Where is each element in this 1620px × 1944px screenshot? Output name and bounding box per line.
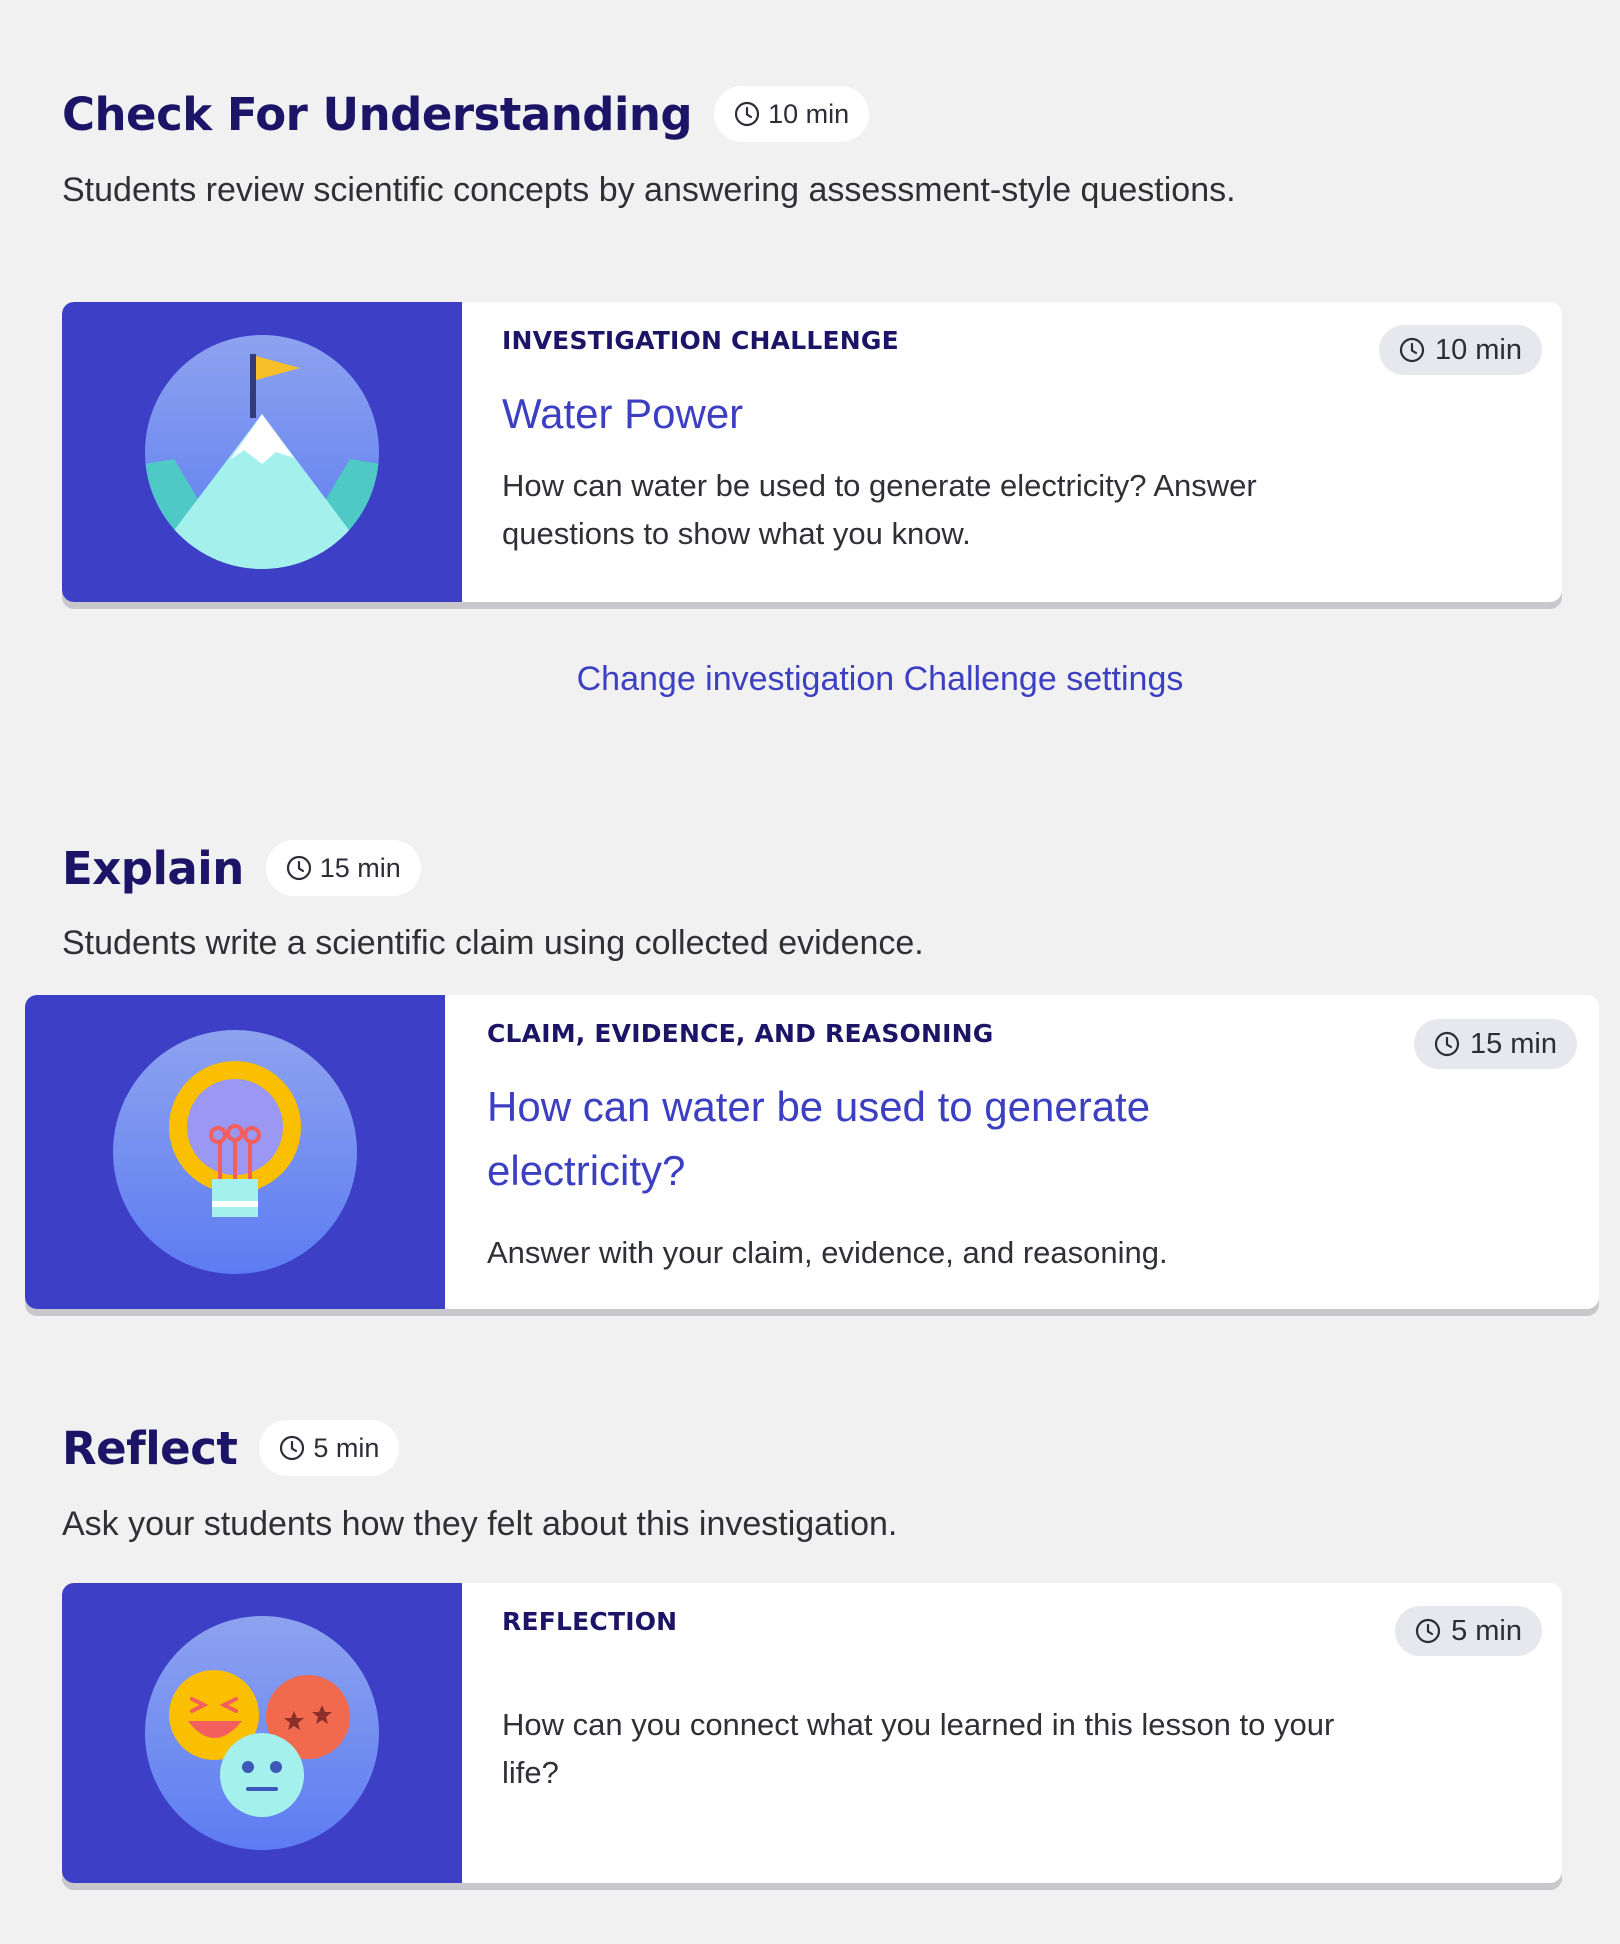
- card-kicker: INVESTIGATION CHALLENGE: [502, 326, 899, 355]
- duration-text: 15 min: [1469, 1027, 1557, 1060]
- activity-card-claim-evidence-reasoning[interactable]: CLAIM, EVIDENCE, AND REASONING 15 min Ho…: [25, 995, 1599, 1309]
- card-body: INVESTIGATION CHALLENGE 10 min Water Pow…: [462, 302, 1562, 602]
- lesson-page: Check For Understanding 10 min Students …: [0, 0, 1620, 1944]
- duration-badge: 10 min: [714, 86, 870, 142]
- card-body: REFLECTION 5 min How can you connect wha…: [462, 1583, 1562, 1883]
- clock-icon: [1434, 1031, 1460, 1057]
- clock-icon: [1399, 337, 1425, 363]
- clock-icon: [735, 101, 760, 127]
- card-body: CLAIM, EVIDENCE, AND REASONING 15 min Ho…: [445, 995, 1599, 1309]
- duration-text: 10 min: [768, 98, 850, 129]
- card-duration-badge: 10 min: [1378, 325, 1542, 375]
- section-header-reflect: Reflect 5 min: [62, 1420, 400, 1476]
- section-title: Check For Understanding: [62, 87, 693, 141]
- section-description: Students review scientific concepts by a…: [62, 171, 1236, 209]
- section-description: Ask your students how they felt about th…: [62, 1505, 898, 1543]
- card-kicker: CLAIM, EVIDENCE, AND REASONING: [487, 1019, 994, 1048]
- card-description: How can water be used to generate electr…: [502, 468, 1257, 551]
- duration-badge: 15 min: [265, 840, 421, 896]
- section-title: Explain: [62, 841, 244, 895]
- card-kicker: REFLECTION: [502, 1607, 678, 1636]
- clock-icon: [1415, 1618, 1441, 1644]
- activity-card-investigation-challenge[interactable]: INVESTIGATION CHALLENGE 10 min Water Pow…: [62, 302, 1562, 602]
- card-description: How can you connect what you learned in …: [502, 1707, 1335, 1790]
- section-description: Students write a scientific claim using …: [62, 924, 924, 962]
- card-duration-badge: 15 min: [1413, 1019, 1577, 1069]
- mountain-flag-icon: [145, 335, 379, 569]
- duration-text: 15 min: [319, 852, 401, 883]
- section-header-check-for-understanding: Check For Understanding 10 min: [62, 86, 870, 142]
- card-description: Answer with your claim, evidence, and re…: [487, 1235, 1168, 1270]
- duration-text: 5 min: [313, 1432, 380, 1463]
- card-illustration: [25, 995, 445, 1309]
- section-header-explain: Explain 15 min: [62, 840, 421, 896]
- card-title-link[interactable]: Water Power: [502, 382, 743, 446]
- card-illustration: [62, 302, 462, 602]
- activity-card-reflection[interactable]: REFLECTION 5 min How can you connect wha…: [62, 1583, 1562, 1883]
- duration-badge: 5 min: [259, 1420, 400, 1476]
- change-settings-link[interactable]: Change investigation Challenge settings: [0, 660, 1620, 699]
- card-title-link[interactable]: How can water be used to generate electr…: [487, 1075, 1347, 1203]
- duration-text: 5 min: [1451, 1614, 1522, 1647]
- section-title: Reflect: [62, 1421, 238, 1475]
- card-duration-badge: 5 min: [1395, 1606, 1542, 1656]
- emoji-faces-icon: [145, 1616, 379, 1850]
- clock-icon: [280, 1435, 305, 1461]
- duration-text: 10 min: [1434, 333, 1522, 366]
- lightbulb-icon: [113, 1030, 357, 1274]
- clock-icon: [286, 855, 311, 881]
- card-illustration: [62, 1583, 462, 1883]
